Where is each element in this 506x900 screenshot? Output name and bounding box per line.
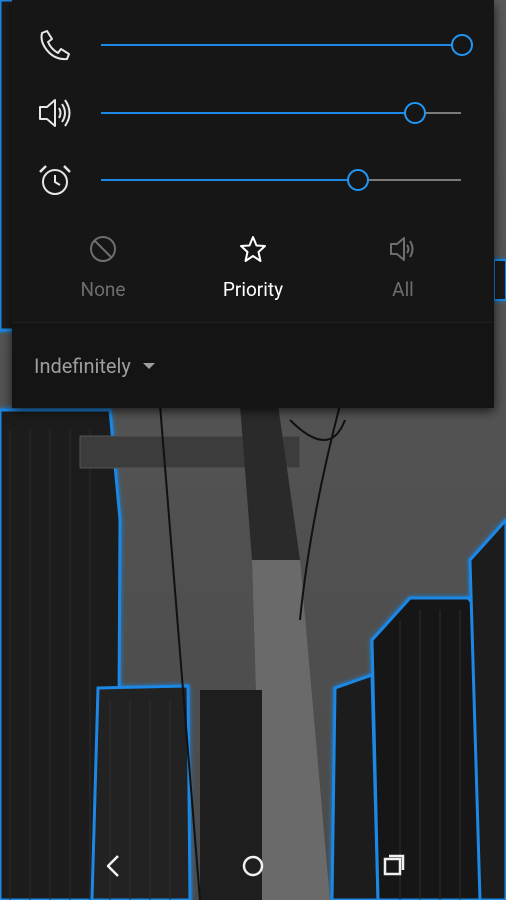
back-icon[interactable]	[93, 850, 133, 882]
ring-volume-row	[12, 20, 494, 70]
star-icon	[240, 236, 266, 262]
mode-all-label: All	[392, 278, 414, 301]
caret-down-icon	[142, 363, 155, 369]
phone-icon[interactable]	[36, 28, 74, 62]
media-volume-slider[interactable]	[101, 102, 461, 124]
alarm-clock-icon[interactable]	[36, 163, 74, 197]
alarm-volume-fill	[101, 179, 357, 181]
duration-dropdown[interactable]: Indefinitely	[34, 352, 155, 380]
media-volume-thumb[interactable]	[404, 102, 427, 124]
ring-volume-thumb[interactable]	[451, 34, 473, 56]
recents-icon[interactable]	[373, 850, 413, 882]
mode-none-label: None	[80, 278, 126, 301]
speaker-icon[interactable]	[36, 96, 74, 130]
ring-volume-fill	[101, 44, 461, 46]
duration-label: Indefinitely	[34, 354, 131, 378]
home-icon[interactable]	[233, 850, 273, 882]
mode-priority[interactable]: Priority	[193, 234, 313, 304]
alarm-volume-slider[interactable]	[101, 169, 461, 191]
mode-priority-label: Priority	[222, 278, 284, 301]
mode-none[interactable]: None	[43, 234, 163, 304]
navigation-bar	[0, 830, 506, 900]
mode-all[interactable]: All	[343, 234, 463, 304]
block-icon	[90, 236, 116, 262]
media-volume-fill	[101, 112, 415, 114]
media-volume-row	[12, 88, 494, 138]
alarm-volume-thumb[interactable]	[346, 169, 369, 191]
alarm-volume-row	[12, 155, 494, 205]
ring-volume-slider[interactable]	[101, 34, 473, 56]
volume-panel: None Priority All Indefinitely	[12, 0, 494, 408]
speaker-icon	[390, 237, 414, 261]
